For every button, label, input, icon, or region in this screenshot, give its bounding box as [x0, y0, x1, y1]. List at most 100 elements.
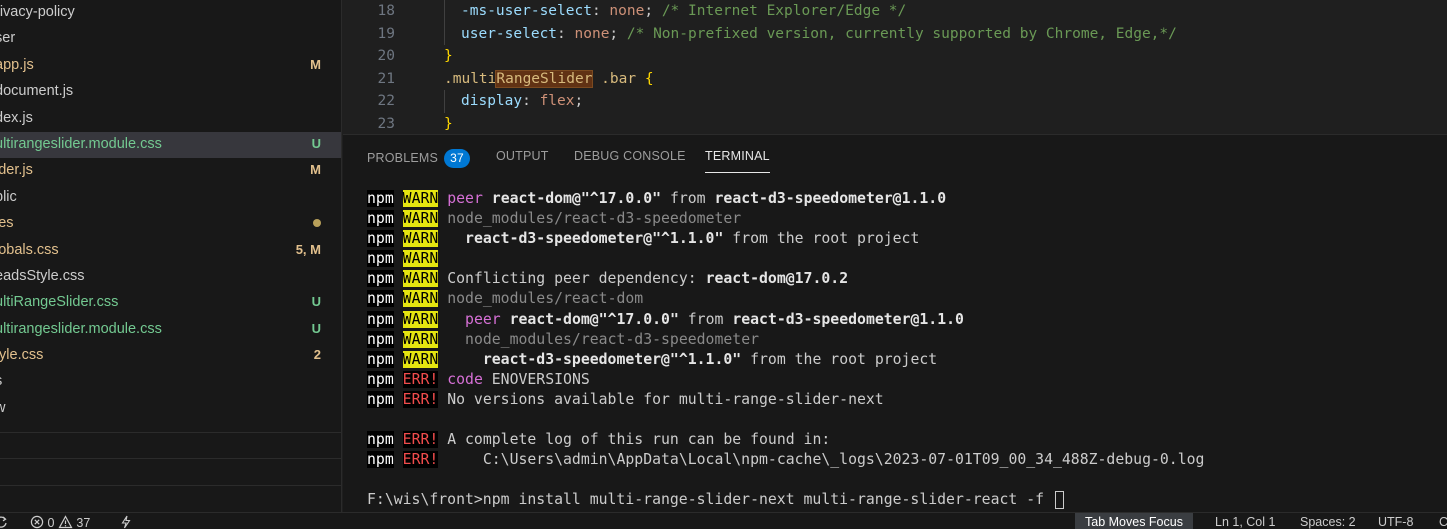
indent-guide	[444, 0, 445, 23]
file-tree-item[interactable]: ultirangeslider.module.css U	[0, 131, 341, 159]
terminal-text: WARN	[402, 230, 439, 248]
file-name: w	[0, 400, 5, 416]
terminal-text: ERR!	[402, 370, 439, 388]
sidebar-divider	[0, 485, 341, 486]
file-name: ider.js	[0, 162, 33, 179]
terminal-text: npm	[367, 190, 394, 207]
terminal-text: from	[678, 310, 733, 328]
terminal-line: npm WARN	[367, 249, 1437, 269]
warning-icon	[58, 515, 73, 529]
sidebar-divider	[0, 458, 341, 459]
sync-icon[interactable]	[0, 515, 8, 529]
lightning-icon[interactable]	[120, 515, 132, 529]
tab-output[interactable]: OUTPUT	[496, 149, 549, 163]
code-token: none	[609, 3, 645, 19]
problems-status[interactable]: 0 37	[30, 515, 90, 529]
file-name: document.js	[0, 83, 74, 100]
eol-setting[interactable]: C	[1439, 515, 1447, 529]
sidebar-divider	[0, 432, 341, 433]
code-token: display	[461, 93, 523, 110]
code-token: }	[444, 48, 453, 65]
terminal-text: Conflicting peer dependency:	[438, 270, 706, 288]
encoding-setting[interactable]: UTF-8	[1378, 515, 1413, 529]
tab-debug-console[interactable]: DEBUG CONSOLE	[574, 149, 686, 163]
terminal-text: WARN	[402, 190, 439, 207]
file-name: les	[0, 215, 14, 232]
terminal-text: peer	[465, 310, 501, 328]
code-text: .multiRangeSlider .bar {	[444, 68, 654, 91]
terminal-text: npm	[367, 350, 394, 368]
file-name: ser	[0, 30, 16, 47]
file-tree-item[interactable]: eadsStyle.css	[0, 264, 341, 290]
code-line: 20}	[343, 45, 1447, 68]
code-token: flex	[539, 93, 575, 110]
line-number: 23	[377, 115, 395, 132]
file-tree-item[interactable]: document.js	[0, 79, 341, 105]
file-tree-item[interactable]: s	[0, 369, 341, 395]
file-tree-item[interactable]: rivacy-policy	[0, 0, 341, 26]
file-name: lobals.css	[0, 241, 59, 258]
search-match-highlight: RangeSlider	[495, 69, 594, 88]
code-token: {	[644, 70, 654, 87]
code-text: -ms-user-select: none; /* Internet Explo…	[461, 0, 906, 23]
git-status-badge: M	[310, 162, 321, 178]
terminal-text: WARN	[402, 210, 439, 228]
file-tree: rivacy-policy ser app.js M document.js dex.js…	[0, 0, 341, 422]
indentation-setting[interactable]: Spaces: 2	[1300, 515, 1356, 529]
git-status-badge: U	[311, 320, 321, 336]
code-editor[interactable]: 18 -ms-user-select: none; /* Internet Exp…	[343, 0, 1447, 134]
terminal-text: react-dom@"^17.0.0"	[491, 190, 662, 207]
file-tree-item[interactable]: dex.js	[0, 106, 341, 132]
terminal-text: react-dom@17.0.2	[705, 270, 849, 288]
terminal-text: F:\wis\front>npm install multi-range-sli…	[367, 491, 1053, 509]
indent-guide	[444, 90, 445, 113]
terminal-line: npm ERR! No versions available for multi…	[367, 390, 1437, 410]
code-token: /* Non-prefixed version, currently suppo…	[626, 25, 1177, 42]
file-tree-item[interactable]: blic	[0, 185, 341, 211]
terminal-line: npm WARN node_modules/react-dom	[367, 289, 1437, 309]
terminal-line: npm WARN node_modules/react-d3-speedomet…	[367, 330, 1437, 350]
tab-moves-focus-button[interactable]: Tab Moves Focus	[1075, 513, 1193, 529]
code-token: none	[574, 25, 610, 42]
file-tree-item[interactable]: w	[0, 396, 341, 422]
tab-problems-label: PROBLEMS	[367, 150, 439, 165]
terminal-text: WARN	[402, 290, 439, 308]
terminal-text: npm	[367, 270, 394, 288]
file-tree-item[interactable]: ultiRangeSlider.css U	[0, 290, 341, 316]
file-tree-item[interactable]: ser	[0, 26, 341, 52]
terminal-text: A complete log of this run can be found …	[438, 431, 831, 449]
file-tree-item[interactable]: app.js M	[0, 53, 341, 79]
terminal-text: C:\Users\admin\AppData\Local\npm-cache\_…	[438, 451, 1205, 469]
terminal-text: react-d3-speedometer@"^1.1.0"	[482, 350, 742, 368]
file-name: ultirangeslider.module.css	[0, 320, 162, 337]
cursor-position[interactable]: Ln 1, Col 1	[1215, 515, 1275, 529]
file-tree-item[interactable]: les	[0, 211, 341, 237]
file-name: tyle.css	[0, 347, 44, 364]
tab-debug-console-label: DEBUG CONSOLE	[574, 149, 686, 163]
file-tree-item[interactable]: tyle.css 2	[0, 343, 341, 369]
tab-problems[interactable]: PROBLEMS 37	[367, 149, 470, 168]
terminal-text: ERR!	[402, 451, 439, 469]
terminal-line: npm WARN node_modules/react-d3-speedomet…	[367, 209, 1437, 229]
tab-terminal[interactable]: TERMINAL	[705, 149, 770, 173]
terminal-text: npm	[367, 330, 394, 348]
git-status-badge: 2	[313, 347, 321, 363]
file-tree-item[interactable]: lobals.css 5, M	[0, 238, 341, 264]
file-name: ultirangeslider.module.css	[0, 135, 162, 152]
error-icon	[30, 515, 44, 529]
terminal-output[interactable]: npm WARN peer react-dom@"^17.0.0" from r…	[367, 189, 1437, 512]
file-name: rivacy-policy	[0, 4, 75, 20]
code-token: .bar	[592, 70, 645, 87]
file-tree-item[interactable]: ider.js M	[0, 158, 341, 184]
terminal-text: npm	[367, 210, 394, 228]
terminal-text: from the root project	[741, 350, 938, 368]
terminal-text: peer	[447, 190, 483, 207]
file-tree-item[interactable]: ultirangeslider.module.css U	[0, 317, 341, 343]
